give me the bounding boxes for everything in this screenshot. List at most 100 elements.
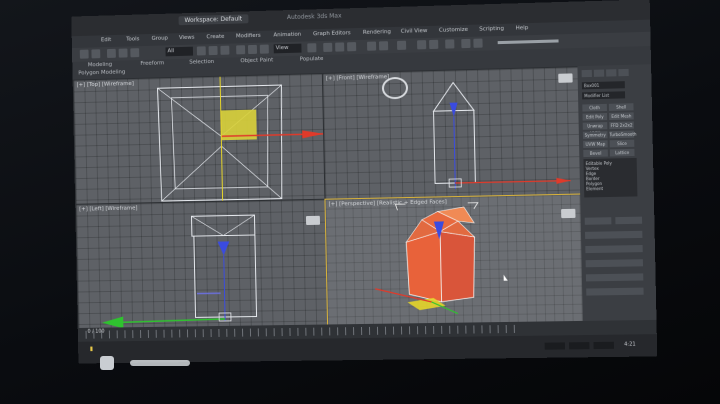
left-z-arrow (217, 241, 230, 256)
app-window: Workspace: Default Autodesk 3ds Max Edit… (71, 0, 658, 364)
reference-coordinate-dropdown[interactable]: View (273, 43, 302, 54)
modifier-button-edit-mesh[interactable]: Edit Mesh (609, 112, 634, 121)
menu-tools[interactable]: Tools (126, 36, 139, 42)
rollout-button-2[interactable] (615, 216, 643, 225)
render-icon[interactable] (473, 38, 483, 48)
desktop-taskbar (86, 352, 206, 374)
modifier-button-lattice[interactable]: Lattice (609, 148, 635, 157)
viewport-front[interactable]: [+] [Front] [Wireframe] (321, 66, 583, 201)
modifier-button-edit-poly[interactable]: Edit Poly (582, 112, 608, 121)
link-icon[interactable] (106, 48, 116, 58)
top-diag-4 (221, 145, 281, 200)
search-field[interactable] (497, 39, 559, 45)
menu-graph-editors[interactable]: Graph Editors (313, 30, 351, 37)
modify-tab-icon[interactable] (593, 69, 605, 77)
modifier-stack[interactable]: Editable Poly Vertex Edge Border Polygon… (583, 157, 638, 198)
left-z-axis (224, 255, 225, 321)
undo-icon[interactable] (79, 49, 89, 59)
rollout-button-6[interactable] (585, 273, 644, 282)
rollout-button-7[interactable] (586, 287, 644, 296)
menu-create[interactable]: Create (206, 34, 224, 40)
persp-face-front (406, 232, 442, 303)
bind-spacewarp-icon[interactable] (130, 48, 140, 58)
region-select-icon[interactable] (220, 45, 230, 55)
motion-tab-icon[interactable] (618, 68, 629, 77)
modifier-list-dropdown[interactable]: Modifier List (582, 91, 626, 100)
modifier-button-uvw-map[interactable]: UVW Map (583, 140, 608, 148)
material-editor-icon[interactable] (445, 39, 455, 49)
menu-edit[interactable]: Edit (101, 37, 111, 43)
hierarchy-tab-icon[interactable] (606, 69, 617, 77)
rollout-button-5[interactable] (585, 259, 644, 268)
modifier-button-ffd[interactable]: FFD 2x2x2 (609, 121, 634, 130)
unlink-icon[interactable] (118, 48, 128, 58)
scale-icon[interactable] (259, 44, 269, 54)
menu-views[interactable]: Views (179, 35, 195, 41)
render-setup-icon[interactable] (461, 38, 471, 49)
left-y-axis (117, 319, 225, 323)
rotate-icon[interactable] (247, 44, 258, 55)
coord-z-field[interactable] (593, 341, 615, 350)
app-launcher-icon[interactable] (100, 356, 114, 370)
viewport-left-geometry (101, 200, 328, 329)
redo-icon[interactable] (91, 49, 101, 59)
ribbon-tab-selection[interactable]: Selection (189, 59, 214, 66)
menu-help[interactable]: Help (516, 25, 529, 31)
command-panel: Box001 Modifier List Cloth Shell Edit Po… (577, 64, 657, 321)
percent-snap-icon[interactable] (347, 42, 357, 52)
angle-snap-icon[interactable] (335, 42, 345, 52)
snap-icon[interactable] (323, 42, 333, 52)
object-name-field[interactable]: Box001 (581, 81, 625, 90)
mouse-cursor-icon (503, 274, 508, 281)
modifier-button-turbosmooth[interactable]: TurboSmooth (609, 130, 637, 139)
viewport-perspective[interactable]: [+] [Perspective] [Realistic + Edged Fac… (324, 193, 585, 327)
modifier-button-slice[interactable]: Slice (609, 139, 635, 148)
coord-y-field[interactable] (568, 342, 590, 350)
menu-civil-view[interactable]: Civil View (401, 28, 428, 35)
taskbar-slider[interactable] (130, 360, 190, 366)
menu-scripting[interactable]: Scripting (479, 26, 504, 33)
rollout-button-3[interactable] (584, 230, 643, 239)
viewport-left[interactable]: [+] [Left] [Wireframe] (75, 198, 330, 330)
mirror-icon[interactable] (367, 41, 377, 51)
menu-group[interactable]: Group (152, 35, 168, 41)
menu-animation[interactable]: Animation (273, 32, 301, 39)
pivot-icon[interactable] (307, 43, 317, 53)
ribbon-tab-object-paint[interactable]: Object Paint (240, 57, 273, 64)
viewport-top-geometry (74, 74, 326, 205)
rollout-button-1[interactable] (584, 217, 612, 225)
modifier-button-bevel[interactable]: Bevel (583, 149, 608, 158)
ribbon-tab-freeform[interactable]: Freeform (140, 60, 164, 67)
modifier-button-cloth[interactable]: Cloth (582, 103, 607, 112)
coord-x-field[interactable] (544, 342, 566, 350)
front-x-arrow (556, 177, 571, 184)
modifier-button-symmetry[interactable]: Symmetry (582, 131, 608, 139)
move-icon[interactable] (236, 45, 246, 55)
viewport-front-geometry (323, 67, 581, 200)
stack-item-element[interactable]: Element (586, 185, 635, 191)
align-icon[interactable] (378, 41, 389, 51)
persp-y-axis (432, 302, 458, 314)
modifier-button-shell[interactable]: Shell (608, 103, 634, 111)
left-diag-2 (223, 215, 255, 235)
persp-bbox-corner-1 (394, 203, 405, 211)
workspace-tab[interactable]: Workspace: Default (178, 14, 249, 26)
curve-editor-icon[interactable] (417, 40, 427, 50)
menu-customize[interactable]: Customize (439, 27, 468, 34)
modifier-button-unwrap-uvw[interactable]: Unwrap UVW (582, 122, 608, 136)
ribbon-tab-modeling[interactable]: Modeling (88, 62, 112, 69)
menu-rendering[interactable]: Rendering (363, 29, 391, 36)
layer-icon[interactable] (396, 40, 407, 50)
rollout-button-4[interactable] (585, 245, 643, 254)
menu-modifiers[interactable]: Modifiers (236, 33, 261, 40)
select-object-icon[interactable] (196, 46, 206, 56)
ribbon-tab-populate[interactable]: Populate (300, 56, 324, 63)
ribbon-sub-label: Polygon Modeling (78, 69, 126, 77)
persp-bbox-corner-2 (468, 203, 478, 209)
schematic-icon[interactable] (429, 39, 439, 50)
create-tab-icon[interactable] (581, 69, 592, 78)
select-by-name-icon[interactable] (208, 45, 218, 56)
top-diag-1 (157, 87, 221, 138)
viewport-top[interactable]: [+] [Top] [Wireframe] (72, 72, 327, 206)
selection-filter-dropdown[interactable]: All (165, 46, 194, 57)
